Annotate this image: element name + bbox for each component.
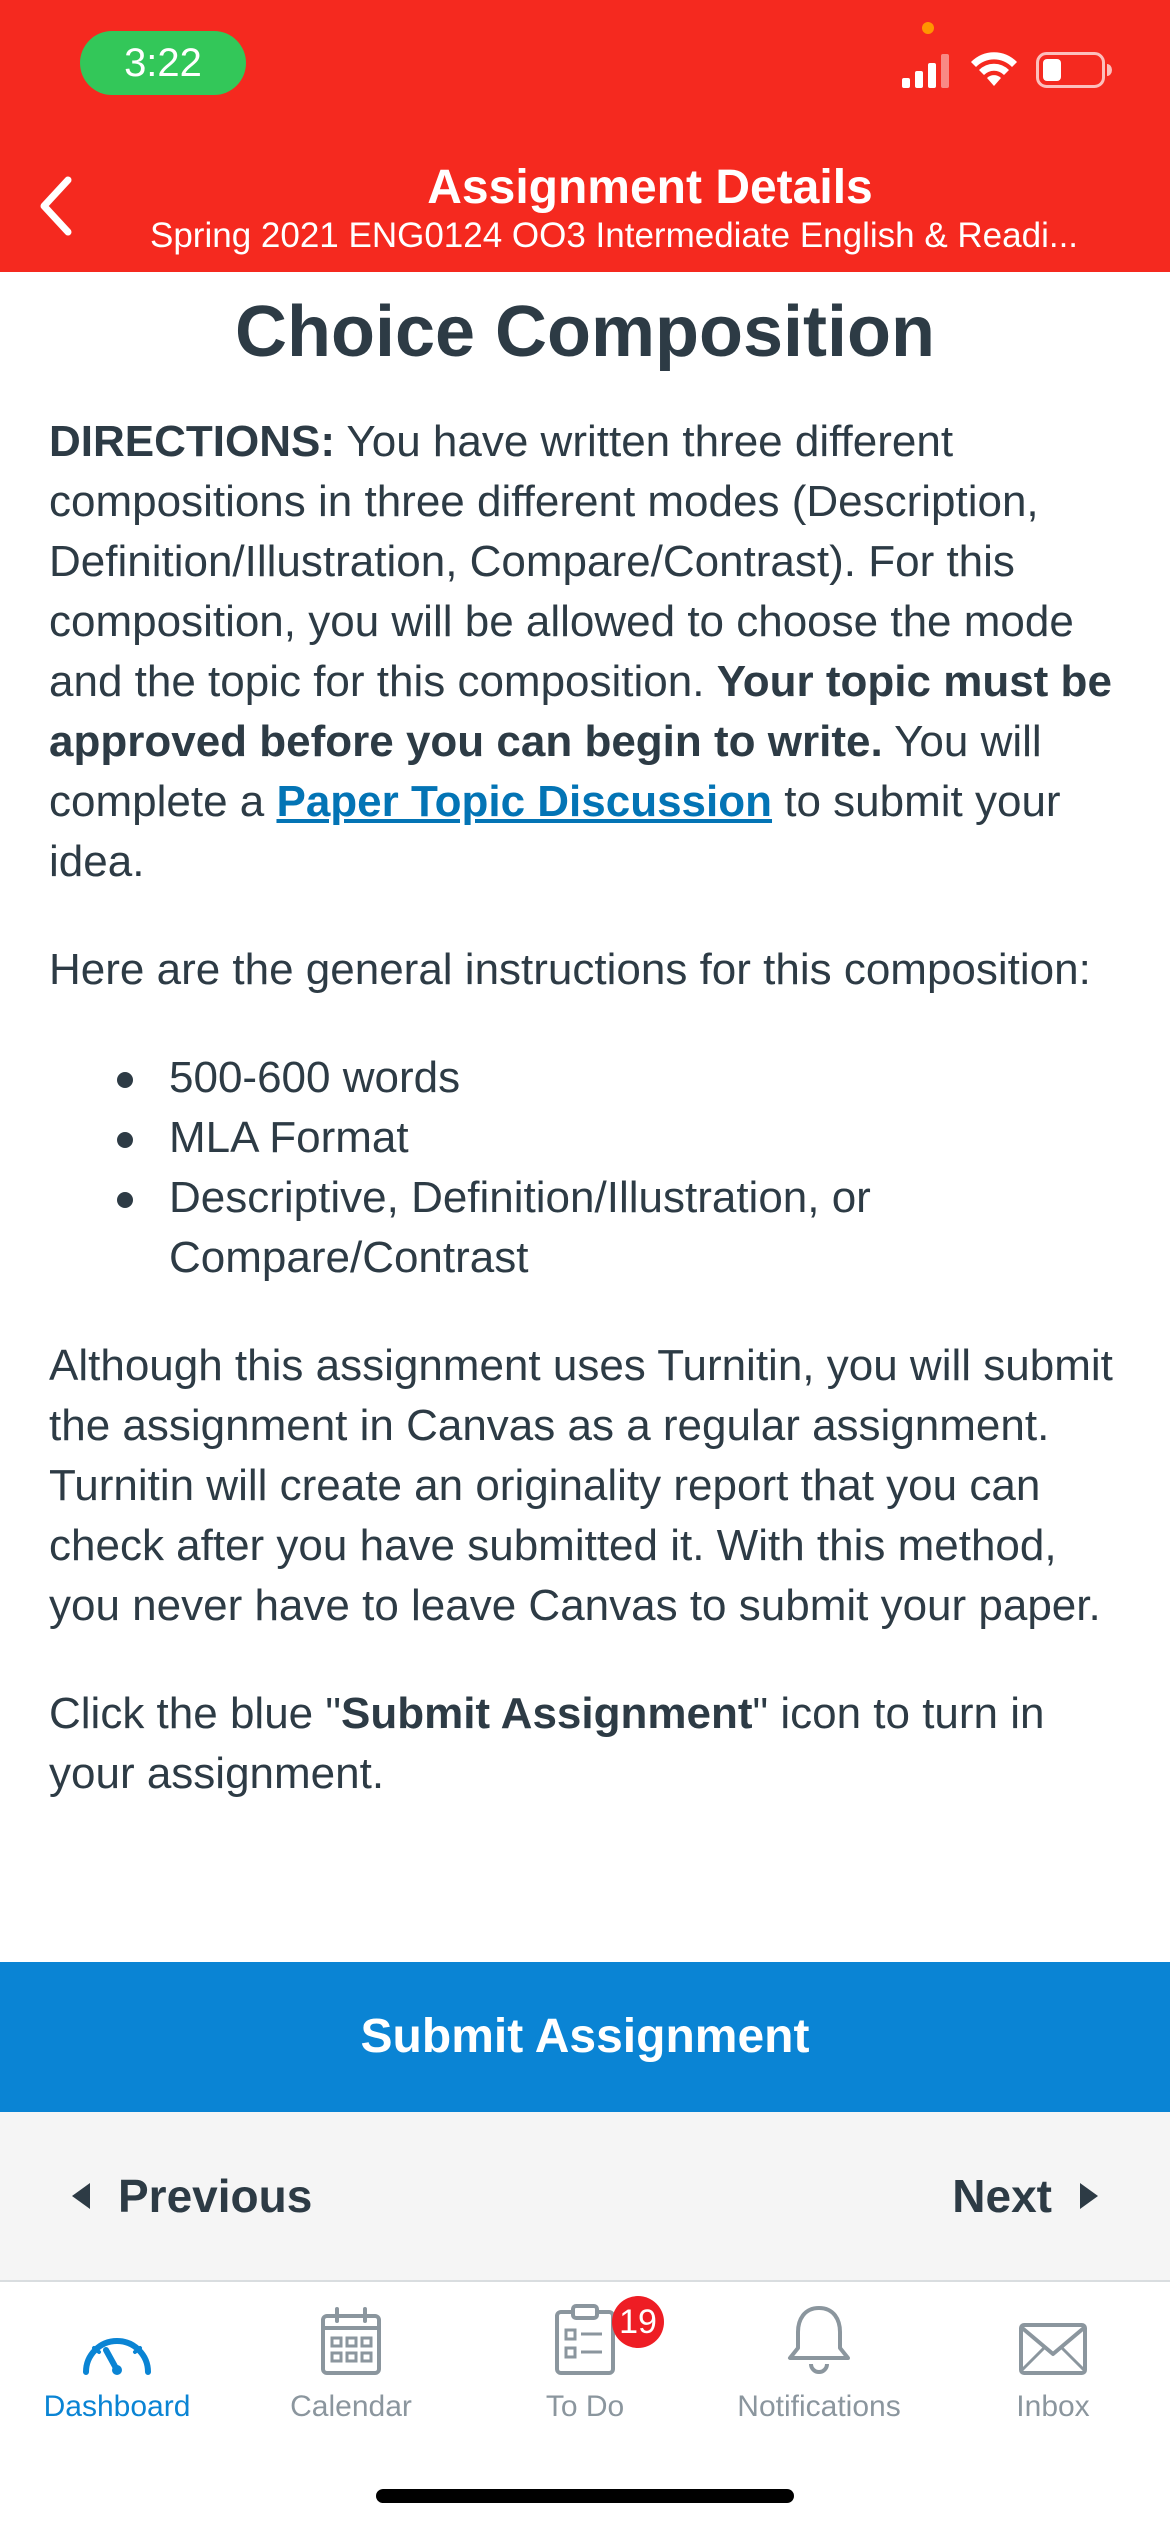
submit-assignment-button[interactable]: Submit Assignment bbox=[0, 1962, 1170, 2112]
turnitin-paragraph: Although this assignment uses Turnitin, … bbox=[49, 1341, 1113, 1630]
todo-clipboard-icon bbox=[555, 2304, 615, 2375]
next-button[interactable]: Next bbox=[952, 2112, 1098, 2280]
previous-button[interactable]: Previous bbox=[72, 2112, 312, 2280]
dashboard-gauge-icon bbox=[83, 2338, 151, 2375]
calendar-icon bbox=[321, 2307, 381, 2375]
nav-title: Assignment Details bbox=[427, 161, 873, 214]
tab-label: To Do bbox=[545, 2390, 625, 2423]
chevron-left-icon bbox=[40, 176, 72, 236]
instructions-intro: Here are the general instructions for th… bbox=[49, 945, 1091, 994]
assignment-description: DIRECTIONS: You have written three diffe… bbox=[0, 412, 1170, 1804]
next-label: Next bbox=[952, 2170, 1052, 2222]
caret-right-icon bbox=[1080, 2183, 1098, 2209]
todo-count-badge: 19 bbox=[612, 2296, 664, 2348]
tab-todo[interactable]: 19 To Do bbox=[468, 2282, 702, 2442]
list-item: Descriptive, Definition/Illustration, or… bbox=[49, 1168, 1122, 1288]
assignment-pager: Previous Next bbox=[0, 2112, 1170, 2282]
envelope-icon bbox=[1019, 2323, 1087, 2375]
home-indicator[interactable] bbox=[376, 2489, 794, 2503]
status-icons bbox=[902, 48, 1112, 96]
assignment-title: Choice Composition bbox=[235, 292, 935, 372]
tab-dashboard[interactable]: Dashboard bbox=[0, 2282, 234, 2442]
paper-topic-discussion-link[interactable]: Paper Topic Discussion bbox=[276, 777, 772, 826]
camera-indicator-dot bbox=[922, 22, 934, 34]
bell-icon bbox=[788, 2306, 850, 2374]
caret-left-icon bbox=[72, 2183, 90, 2209]
tab-label: Notifications bbox=[737, 2390, 901, 2423]
previous-label: Previous bbox=[118, 2170, 313, 2222]
list-item: 500-600 words bbox=[49, 1048, 1122, 1108]
assignment-content[interactable]: Choice Composition DIRECTIONS: You have … bbox=[0, 272, 1170, 1962]
list-item: MLA Format bbox=[49, 1108, 1122, 1168]
back-button[interactable] bbox=[16, 166, 96, 246]
tab-label: Dashboard bbox=[43, 2390, 191, 2423]
tab-calendar[interactable]: Calendar bbox=[234, 2282, 468, 2442]
battery-icon bbox=[1036, 52, 1112, 88]
status-time: 3:22 bbox=[80, 31, 246, 95]
directions-paragraph: DIRECTIONS: You have written three diffe… bbox=[49, 412, 1122, 892]
cellular-signal-icon bbox=[902, 54, 949, 88]
nav-subtitle: Spring 2021 ENG0124 OO3 Intermediate Eng… bbox=[150, 216, 1079, 255]
tab-label: Calendar bbox=[290, 2390, 412, 2423]
tab-inbox[interactable]: Inbox bbox=[936, 2282, 1170, 2442]
directions-label: DIRECTIONS: bbox=[49, 417, 335, 466]
top-bar: 3:22 Assignment Details Spring 2021 ENG0… bbox=[0, 0, 1170, 272]
tab-notifications[interactable]: Notifications bbox=[702, 2282, 936, 2442]
wifi-icon bbox=[971, 52, 1017, 86]
tab-label: Inbox bbox=[1016, 2390, 1090, 2423]
submit-assignment-mention: Submit Assignment bbox=[340, 1689, 753, 1738]
submit-instructions: Click the blue "Submit Assignment" icon … bbox=[49, 1689, 1045, 1798]
instructions-list: 500-600 words MLA Format Descriptive, De… bbox=[49, 1048, 1122, 1288]
